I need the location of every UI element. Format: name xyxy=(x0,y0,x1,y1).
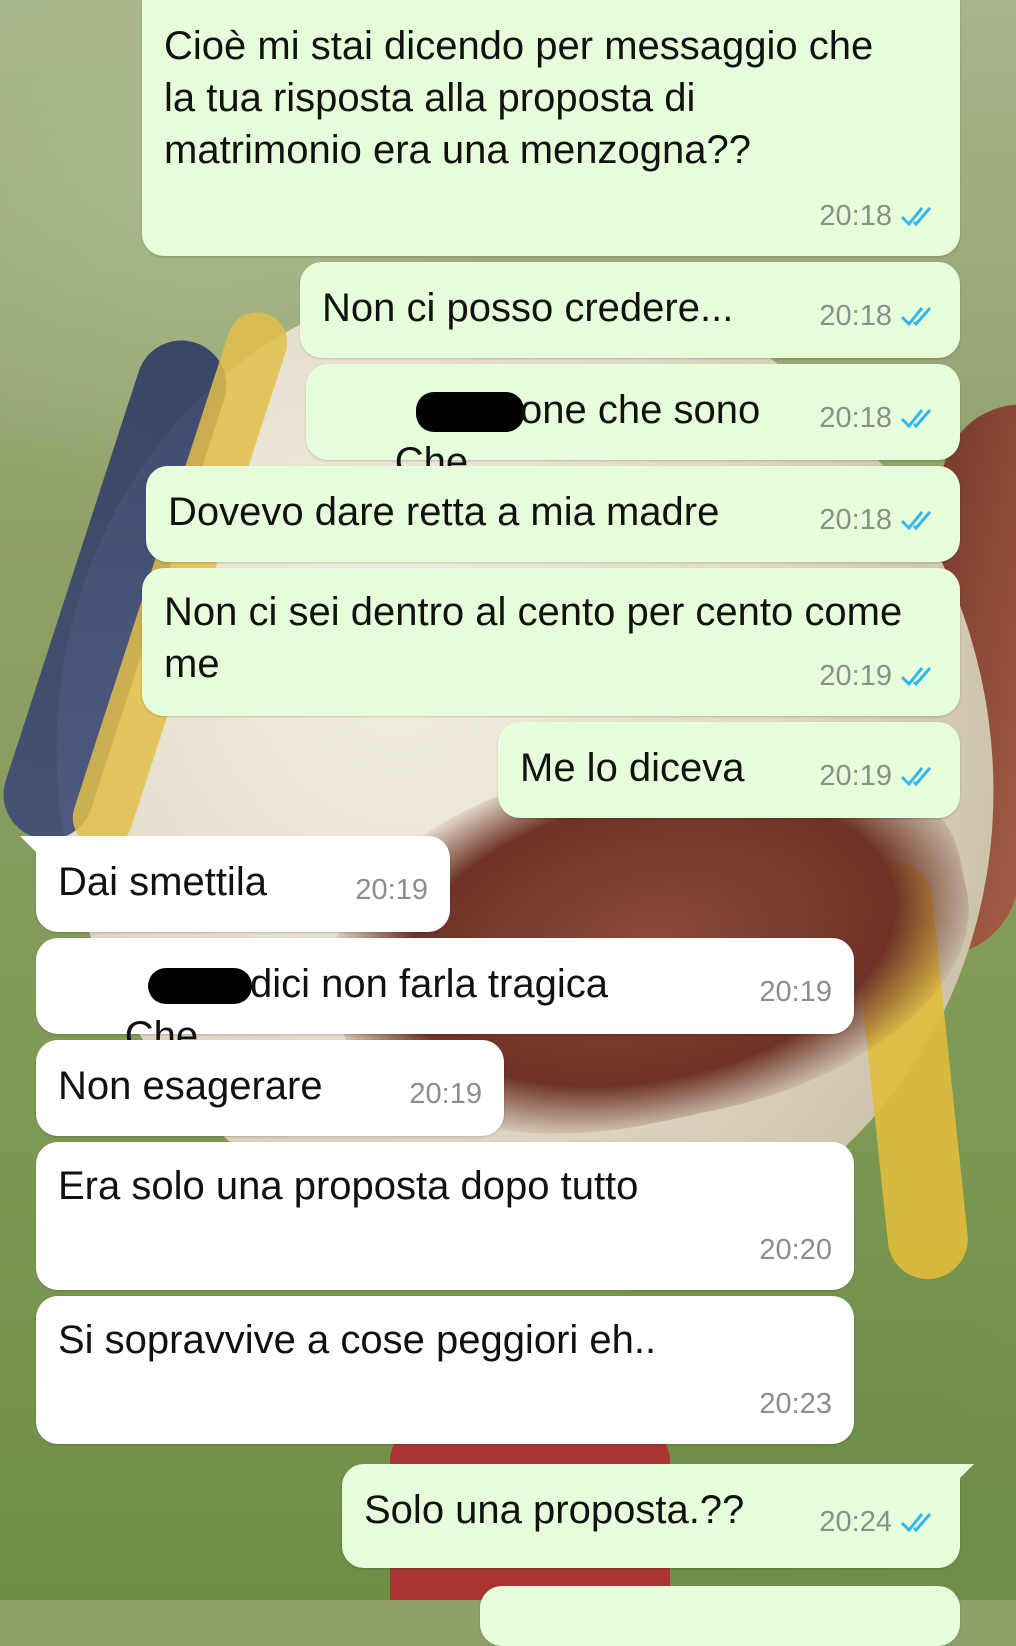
redaction-mark xyxy=(148,968,252,1004)
message-meta: 20:18 xyxy=(819,290,938,342)
message-incoming[interactable]: Era solo una proposta dopo tutto 20:20 xyxy=(36,1142,854,1290)
message-text: Non esagerare xyxy=(58,1064,323,1108)
message-outgoing[interactable]: Non ci sei dentro al cento per cento com… xyxy=(142,568,960,716)
message-time: 20:18 xyxy=(819,300,892,332)
message-time: 20:19 xyxy=(819,760,892,792)
message-meta: 20:19 xyxy=(819,650,938,702)
message-time: 20:19 xyxy=(819,660,892,692)
message-time: 20:19 xyxy=(409,1078,482,1110)
message-text: Si sopravvive a cose peggiori eh.. xyxy=(58,1318,657,1362)
message-outgoing[interactable]: Che one che sono 20:18 xyxy=(306,364,960,484)
message-time: 20:23 xyxy=(759,1388,832,1420)
message-incoming[interactable]: Dai smettila 20:19 xyxy=(20,836,450,932)
message-text: Dovevo dare retta a mia madre xyxy=(168,490,720,534)
message-outgoing[interactable]: Solo una proposta.?? 20:24 xyxy=(342,1464,974,1568)
message-text: Non ci sei dentro al cento per cento com… xyxy=(164,590,914,686)
message-outgoing[interactable]: Cioè mi stai dicendo per messaggio che l… xyxy=(142,0,960,256)
message-incoming[interactable]: Si sopravvive a cose peggiori eh.. 20:23 xyxy=(36,1296,854,1444)
message-text: Cioè mi stai dicendo per messaggio che l… xyxy=(164,24,885,172)
double-check-icon xyxy=(900,409,932,429)
double-check-icon xyxy=(900,511,932,531)
message-time: 20:18 xyxy=(819,504,892,536)
message-text-after-redaction: dici non farla tragica xyxy=(250,962,608,1006)
message-time: 20:18 xyxy=(819,200,892,232)
message-time: 20:19 xyxy=(355,874,428,906)
message-meta: 20:18 xyxy=(819,190,938,242)
double-check-icon xyxy=(900,207,932,227)
double-check-icon xyxy=(900,767,932,787)
redaction-mark xyxy=(416,392,524,432)
message-meta: 20:19 xyxy=(355,864,428,916)
message-text: Me lo diceva xyxy=(520,746,745,790)
double-check-icon xyxy=(900,667,932,687)
message-meta: 20:19 xyxy=(819,750,938,802)
message-meta: 20:20 xyxy=(759,1224,832,1276)
message-time: 20:24 xyxy=(819,1506,892,1538)
message-text: Solo una proposta.?? xyxy=(364,1488,745,1532)
message-incoming[interactable]: Che dici non farla tragica 20:19 xyxy=(36,938,854,1058)
message-text: Dai smettila xyxy=(58,860,267,904)
message-outgoing-partial[interactable] xyxy=(480,1586,960,1646)
message-meta: 20:23 xyxy=(759,1378,832,1430)
message-meta: 20:18 xyxy=(819,392,938,444)
message-outgoing[interactable]: Dovevo dare retta a mia madre 20:18 xyxy=(146,466,960,562)
message-outgoing[interactable]: Non ci posso credere... 20:18 xyxy=(300,262,960,358)
message-time: 20:20 xyxy=(759,1234,832,1266)
message-incoming[interactable]: Non esagerare 20:19 xyxy=(36,1040,504,1136)
message-time: 20:18 xyxy=(819,402,892,434)
double-check-icon xyxy=(900,1513,932,1533)
message-outgoing[interactable]: Me lo diceva 20:19 xyxy=(498,722,960,818)
message-meta: 20:18 xyxy=(819,494,938,546)
message-meta: 20:19 xyxy=(409,1068,482,1120)
message-time: 20:19 xyxy=(759,976,832,1008)
message-text-after-redaction: one che sono xyxy=(520,388,761,432)
message-meta: 20:19 xyxy=(759,966,832,1018)
message-text: Era solo una proposta dopo tutto xyxy=(58,1164,639,1208)
message-meta: 20:24 xyxy=(819,1496,938,1548)
message-text: Non ci posso credere... xyxy=(322,286,734,330)
double-check-icon xyxy=(900,307,932,327)
